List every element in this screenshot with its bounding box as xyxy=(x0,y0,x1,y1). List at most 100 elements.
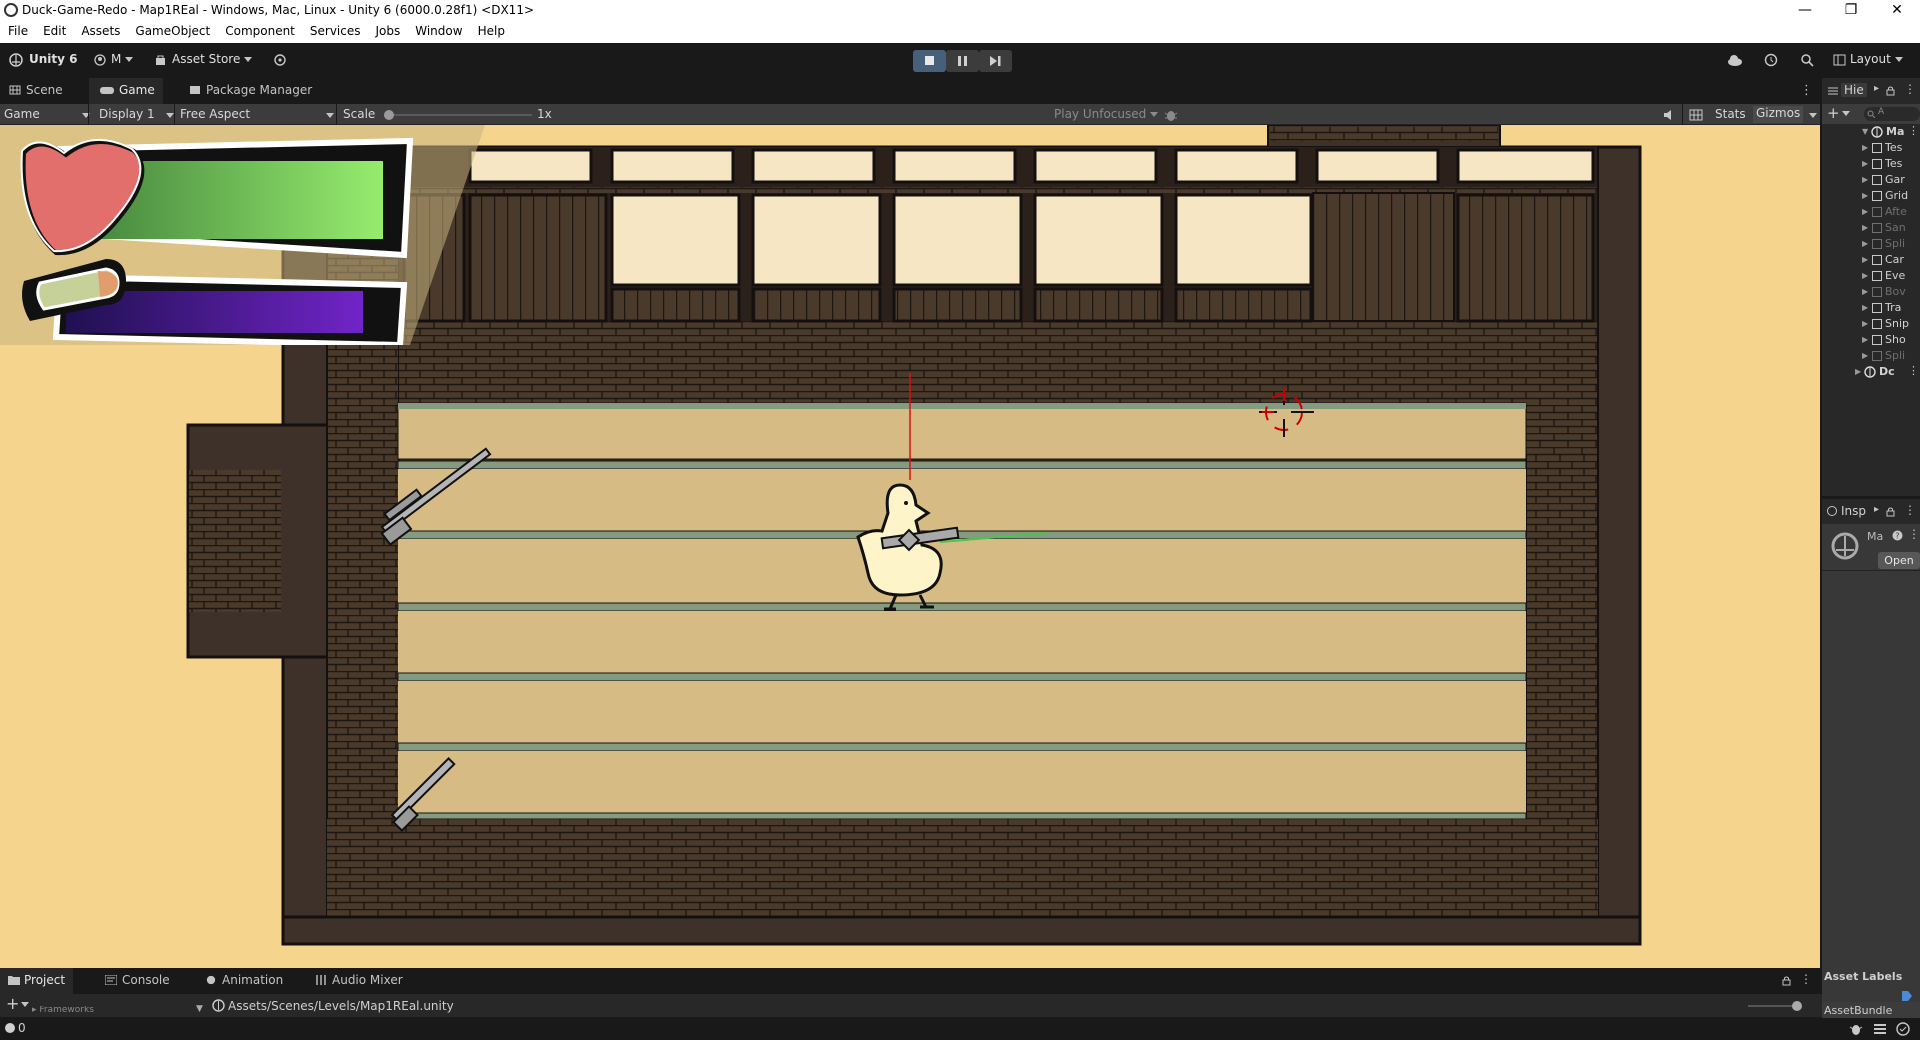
center-tab-strip: Scene Game Package Manager ⋮ xyxy=(0,78,1820,104)
tab-game[interactable]: Game xyxy=(89,78,163,104)
tab-more-arrow[interactable]: ▸ xyxy=(1874,83,1879,94)
close-button[interactable]: ✕ xyxy=(1874,0,1920,22)
project-tree-item[interactable]: ▸ Frameworks xyxy=(32,1006,94,1016)
component-options-menu[interactable]: ⋮ xyxy=(1908,527,1920,541)
menu-file[interactable]: File xyxy=(0,22,35,38)
tab-console[interactable]: Console xyxy=(96,968,178,994)
bug-icon[interactable] xyxy=(1164,108,1178,122)
lock-icon[interactable] xyxy=(1886,86,1895,96)
minimize-button[interactable]: — xyxy=(1782,0,1828,22)
step-button[interactable] xyxy=(979,50,1012,72)
expand-arrow-icon[interactable]: ▶ xyxy=(1862,271,1868,280)
lock-icon[interactable] xyxy=(1782,976,1791,986)
hierarchy-item[interactable]: ▶ Tes xyxy=(1822,140,1920,156)
open-button[interactable]: Open xyxy=(1878,552,1920,569)
gizmos-button[interactable]: Gizmos xyxy=(1753,106,1804,123)
aspect-dropdown[interactable]: Free Aspect xyxy=(180,107,334,121)
hierarchy-item[interactable]: ▶ Sho xyxy=(1822,332,1920,348)
expand-arrow-icon[interactable]: ▶ xyxy=(1862,239,1868,248)
expand-arrow-icon[interactable]: ▶ xyxy=(1862,191,1868,200)
asset-store-dropdown[interactable]: Asset Store xyxy=(172,52,253,66)
scene-options-menu[interactable]: ⋮ xyxy=(1908,124,1919,137)
menu-window[interactable]: Window xyxy=(407,22,469,38)
expand-arrow-icon[interactable]: ▶ xyxy=(1862,223,1868,232)
cloud-settings-icon[interactable] xyxy=(273,53,287,67)
asset-bundle-dropdown[interactable]: AssetBundle xyxy=(1824,1004,1892,1017)
hierarchy-item[interactable]: ▶ Snip xyxy=(1822,316,1920,332)
stack-icon[interactable] xyxy=(1873,1022,1887,1036)
search-icon[interactable] xyxy=(1800,53,1814,67)
hierarchy-item[interactable]: ▶ Spli xyxy=(1822,236,1920,252)
tab-package-manager[interactable]: Package Manager xyxy=(180,78,320,104)
icon-size-slider-thumb[interactable] xyxy=(1792,1001,1802,1011)
bug-icon[interactable] xyxy=(1849,1022,1863,1036)
inspector-options-menu[interactable]: ⋮ xyxy=(1904,503,1916,517)
history-icon[interactable] xyxy=(1764,53,1778,67)
checkmark-circle-icon[interactable] xyxy=(1896,1022,1910,1036)
expand-arrow-icon[interactable]: ▶ xyxy=(1862,255,1868,264)
play-focus-dropdown[interactable]: Play Unfocused xyxy=(1054,107,1159,121)
help-icon[interactable]: ? xyxy=(1892,530,1903,541)
hierarchy-item[interactable]: ▶ Afte xyxy=(1822,204,1920,220)
project-options-menu[interactable]: ⋮ xyxy=(1800,972,1812,986)
tab-scene[interactable]: Scene xyxy=(0,78,71,104)
hierarchy-item[interactable]: ▶ Gar xyxy=(1822,172,1920,188)
tab-options-menu[interactable]: ⋮ xyxy=(1800,83,1813,98)
menu-assets[interactable]: Assets xyxy=(73,22,127,38)
hierarchy-item[interactable]: ▶ San xyxy=(1822,220,1920,236)
expand-arrow-icon[interactable]: ▶ xyxy=(1862,335,1868,344)
unity-version-button[interactable]: Unity 6 xyxy=(29,52,78,66)
expand-arrow-icon[interactable]: ▶ xyxy=(1862,287,1868,296)
game-mode-dropdown[interactable]: Game xyxy=(4,107,90,121)
tab-hierarchy[interactable]: Hie xyxy=(1841,83,1867,97)
menu-gameobject[interactable]: GameObject xyxy=(127,22,217,38)
hierarchy-item[interactable]: ▶ Grid xyxy=(1822,188,1920,204)
scene-options-menu[interactable]: ⋮ xyxy=(1908,364,1919,377)
icon-size-slider[interactable] xyxy=(1748,1001,1802,1011)
gizmos-dropdown-arrow[interactable] xyxy=(1805,108,1817,122)
project-add-button[interactable]: + xyxy=(6,994,30,1013)
tab-project[interactable]: Project xyxy=(0,968,74,994)
tab-inspector[interactable]: Insp xyxy=(1841,504,1866,518)
cloud-icon[interactable] xyxy=(1727,54,1743,66)
account-dropdown[interactable]: M xyxy=(111,52,134,66)
expand-arrow-icon[interactable]: ▶ xyxy=(1862,159,1868,168)
tab-animation[interactable]: Animation xyxy=(196,968,291,994)
expand-arrow-icon[interactable]: ▶ xyxy=(1862,303,1868,312)
stop-button[interactable] xyxy=(913,50,946,72)
pause-button[interactable] xyxy=(946,50,979,72)
hierarchy-item[interactable]: ▶ Bov xyxy=(1822,284,1920,300)
menu-services[interactable]: Services xyxy=(302,22,368,38)
menu-component[interactable]: Component xyxy=(217,22,302,38)
hierarchy-item[interactable]: ▶ Car xyxy=(1822,252,1920,268)
menu-jobs[interactable]: Jobs xyxy=(368,22,408,38)
aspect-grid-icon[interactable] xyxy=(1689,108,1703,122)
hierarchy-item[interactable]: ▶ Spli xyxy=(1822,348,1920,364)
game-view[interactable] xyxy=(0,125,1820,968)
scale-slider[interactable] xyxy=(384,110,532,120)
hierarchy-item[interactable]: ▶ Eve xyxy=(1822,268,1920,284)
hierarchy-second-scene[interactable]: ▶ Dc ⋮ xyxy=(1822,364,1920,380)
hierarchy-options-menu[interactable]: ⋮ xyxy=(1904,82,1916,96)
maximize-button[interactable]: ❐ xyxy=(1828,0,1874,22)
menu-help[interactable]: Help xyxy=(470,22,512,38)
tab-more-arrow[interactable]: ▸ xyxy=(1874,504,1879,515)
layout-dropdown[interactable]: Layout xyxy=(1850,52,1903,66)
menu-edit[interactable]: Edit xyxy=(35,22,73,38)
expand-arrow-icon[interactable]: ▶ xyxy=(1862,351,1868,360)
lock-icon[interactable] xyxy=(1886,507,1895,517)
expand-arrow-icon[interactable]: ▶ xyxy=(1862,207,1868,216)
scale-slider-thumb[interactable] xyxy=(384,110,394,120)
expand-arrow-icon[interactable]: ▶ xyxy=(1862,319,1868,328)
expand-arrow-icon[interactable]: ▶ xyxy=(1862,143,1868,152)
label-tag-icon[interactable] xyxy=(1901,990,1913,1002)
hierarchy-item[interactable]: ▶ Tes xyxy=(1822,156,1920,172)
tab-audio-mixer[interactable]: Audio Mixer xyxy=(306,968,411,994)
expand-arrow-icon[interactable]: ▶ xyxy=(1862,175,1868,184)
stats-button[interactable]: Stats xyxy=(1715,107,1746,121)
mute-audio-icon[interactable] xyxy=(1662,108,1676,122)
hierarchy-item[interactable]: ▶ Tra xyxy=(1822,300,1920,316)
display-dropdown[interactable]: Display 1 xyxy=(99,107,174,121)
hierarchy-scene-root[interactable]: ▼ Ma ⋮ xyxy=(1822,124,1920,140)
hierarchy-add-button[interactable]: + xyxy=(1827,104,1850,122)
